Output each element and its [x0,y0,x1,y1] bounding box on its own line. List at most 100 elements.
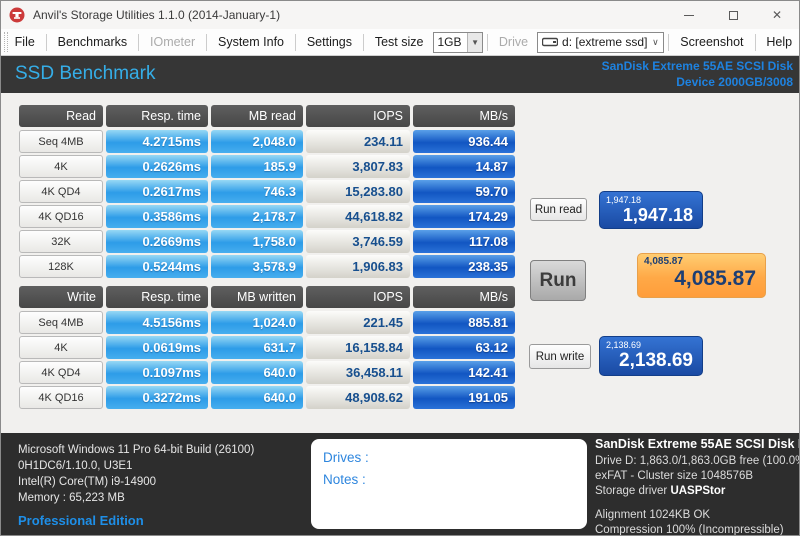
table-row: 4K QD4 0.2617ms 746.3 15,283.80 59.70 [19,180,515,203]
resp-time-cell: 0.3272ms [106,386,208,409]
test-label-button[interactable]: Seq 4MB [19,311,103,334]
drive-capacity: Drive D: 1,863.0/1,863.0GB free (100.0%) [595,454,800,469]
resp-time-cell: 0.1097ms [106,361,208,384]
write-score-box: 2,138.69 2,138.69 [599,336,703,376]
test-size-value: 1GB [434,35,468,49]
mbs-cell: 142.41 [413,361,515,384]
board-info: 0H1DC6/1.10.0, U3E1 [18,458,254,474]
menu-separator [295,34,296,51]
drive-compression: Compression 100% (Incompressible) [595,523,800,536]
write-score-peak: 2,138.69 [600,337,702,350]
column-header: MB written [211,286,303,308]
column-header: Resp. time [106,286,208,308]
drive-value: d: [extreme ssd] [558,35,647,49]
title-bar: Anvil's Storage Utilities 1.1.0 (2014-Ja… [1,1,799,29]
menu-separator [668,34,669,51]
run-read-button[interactable]: Run read [530,198,587,221]
iops-cell: 15,283.80 [306,180,410,203]
close-button[interactable]: ✕ [755,1,799,29]
total-score-value: 4,085.87 [638,267,765,291]
maximize-button[interactable] [711,1,755,29]
status-panel: Microsoft Windows 11 Pro 64-bit Build (2… [1,433,799,536]
table-row: 4K QD4 0.1097ms 640.0 36,458.11 142.41 [19,361,515,384]
drive-filesystem: exFAT - Cluster size 1048576B [595,469,800,484]
test-label-button[interactable]: 4K QD16 [19,205,103,228]
test-label-button[interactable]: Seq 4MB [19,130,103,153]
iops-cell: 1,906.83 [306,255,410,278]
section-header: SSD Benchmark SanDisk Extreme 55AE SCSI … [1,56,799,93]
column-header: MB read [211,105,303,127]
notes-label: Notes : [323,469,575,491]
test-label-button[interactable]: 4K QD16 [19,386,103,409]
menu-system-info[interactable]: System Info [212,35,290,49]
table-row: 4K 0.0619ms 631.7 16,158.84 63.12 [19,336,515,359]
test-size-label: Test size [369,35,430,49]
read-score-value: 1,947.18 [600,205,702,225]
window-title: Anvil's Storage Utilities 1.1.0 (2014-Ja… [33,8,280,22]
driver-label: Storage driver [595,485,667,497]
mb-written-cell: 640.0 [211,386,303,409]
app-anvil-icon [9,7,25,23]
mb-written-cell: 631.7 [211,336,303,359]
test-label-button[interactable]: 4K [19,155,103,178]
iops-cell: 36,458.11 [306,361,410,384]
menu-separator [138,34,139,51]
iops-cell: 3,746.59 [306,230,410,253]
table-row: 128K 0.5244ms 3,578.9 1,906.83 238.35 [19,255,515,278]
system-info-block: Microsoft Windows 11 Pro 64-bit Build (2… [18,442,254,529]
mbs-cell: 238.35 [413,255,515,278]
menu-screenshot[interactable]: Screenshot [674,35,749,49]
test-label-button[interactable]: 128K [19,255,103,278]
menu-iometer: IOmeter [144,35,201,49]
write-table-header: Write Resp. time MB written IOPS MB/s [19,286,515,308]
drive-driver: Storage driver UASPStor [595,484,800,499]
memory-info: Memory : 65,223 MB [18,490,254,506]
drive-label: Drive [493,35,534,49]
resp-time-cell: 0.2626ms [106,155,208,178]
menu-separator [206,34,207,51]
run-write-button[interactable]: Run write [529,344,591,369]
run-button[interactable]: Run [530,260,586,301]
device-name: SanDisk Extreme 55AE SCSI Disk [602,58,793,74]
mbs-cell: 191.05 [413,386,515,409]
notes-box[interactable]: Drives : Notes : [311,439,587,529]
chevron-down-icon[interactable]: ∨ [647,37,663,48]
column-header: MB/s [413,105,515,127]
drive-info-block: SanDisk Extreme 55AE SCSI Disk Device Dr… [595,437,800,536]
column-header: IOPS [306,105,410,127]
write-benchmark-table: Write Resp. time MB written IOPS MB/s Se… [19,286,515,411]
chevron-down-icon[interactable]: ▼ [467,33,482,52]
mb-written-cell: 640.0 [211,361,303,384]
mb-read-cell: 1,758.0 [211,230,303,253]
test-label-button[interactable]: 4K QD4 [19,180,103,203]
menu-file[interactable]: File [9,35,41,49]
total-score-box: 4,085.87 4,085.87 [637,253,766,298]
drive-icon [542,36,558,48]
test-label-button[interactable]: 4K QD4 [19,361,103,384]
total-score-peak: 4,085.87 [638,254,765,267]
resp-time-cell: 0.2617ms [106,180,208,203]
mb-written-cell: 1,024.0 [211,311,303,334]
menu-bar: File Benchmarks IOmeter System Info Sett… [1,29,799,56]
drive-select[interactable]: d: [extreme ssd] ∨ [537,32,664,53]
driver-value: UASPStor [670,485,725,497]
column-header: IOPS [306,286,410,308]
column-header: Write [19,286,103,308]
test-label-button[interactable]: 32K [19,230,103,253]
read-score-box: 1,947.18 1,947.18 [599,191,703,229]
menu-help[interactable]: Help [760,35,798,49]
mbs-cell: 117.08 [413,230,515,253]
mbs-cell: 885.81 [413,311,515,334]
table-row: Seq 4MB 4.2715ms 2,048.0 234.11 936.44 [19,130,515,153]
resp-time-cell: 0.2669ms [106,230,208,253]
drive-alignment: Alignment 1024KB OK [595,508,800,523]
test-size-select[interactable]: 1GB ▼ [433,32,484,53]
drives-label: Drives : [323,447,575,469]
test-label-button[interactable]: 4K [19,336,103,359]
menu-benchmarks[interactable]: Benchmarks [52,35,133,49]
resp-time-cell: 4.5156ms [106,311,208,334]
app-window: Anvil's Storage Utilities 1.1.0 (2014-Ja… [0,0,800,536]
mbs-cell: 14.87 [413,155,515,178]
menu-settings[interactable]: Settings [301,35,358,49]
minimize-button[interactable] [667,1,711,29]
